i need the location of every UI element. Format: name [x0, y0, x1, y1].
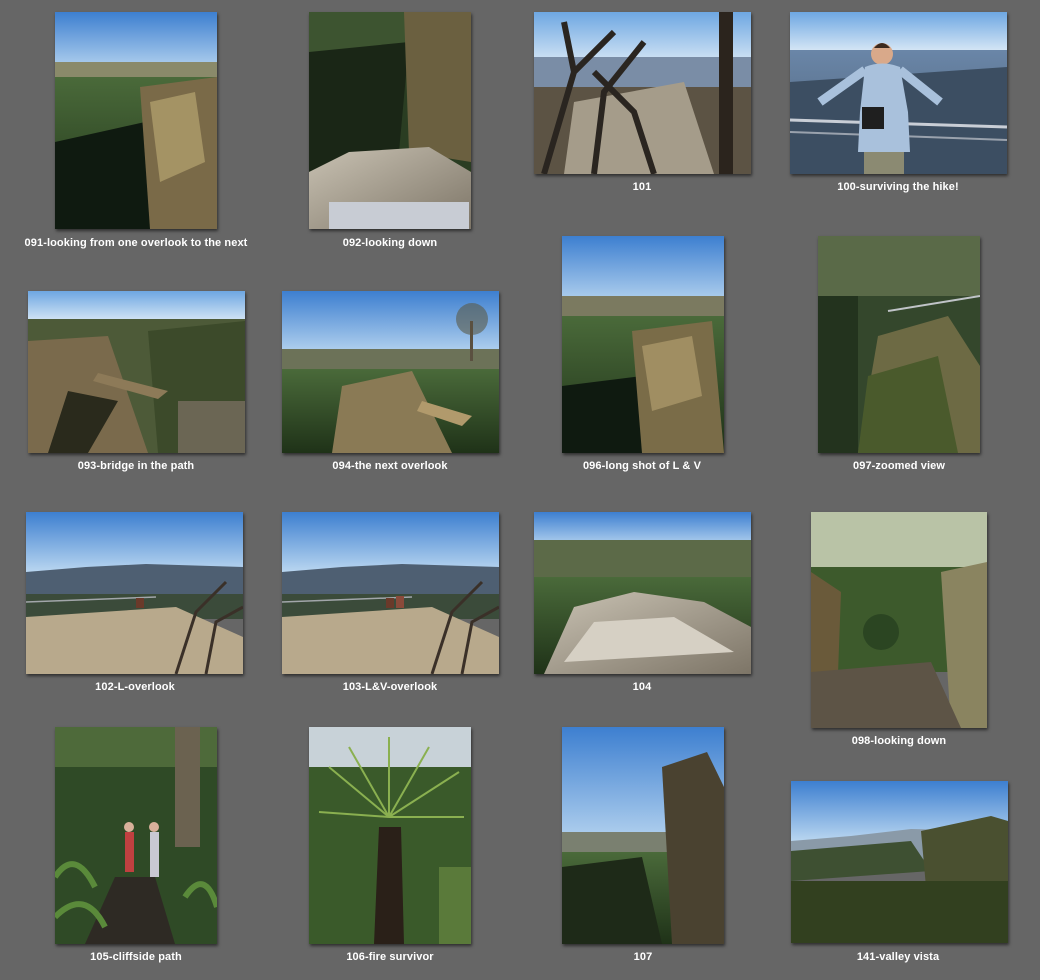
photo-caption: 094-the next overlook [332, 460, 448, 472]
photo-caption: 104 [632, 681, 652, 693]
photo-thumbnail-141[interactable] [791, 781, 1008, 943]
photo-caption: 102-L-overlook [95, 681, 175, 693]
photo-thumbnail-093[interactable] [28, 291, 245, 453]
photo-caption: 106-fire survivor [346, 951, 434, 963]
photo-caption: 141-valley vista [856, 951, 940, 963]
photo-caption: 103-L&V-overlook [342, 681, 438, 693]
photo-thumbnail-101[interactable] [534, 12, 751, 174]
photo-thumbnail-102[interactable] [26, 512, 243, 674]
photo-thumbnail-105[interactable] [55, 727, 217, 944]
photo-thumbnail-104[interactable] [534, 512, 751, 674]
photo-thumbnail-096[interactable] [562, 236, 724, 453]
photo-caption: 096-long shot of L & V [582, 460, 702, 472]
photo-thumbnail-094[interactable] [282, 291, 499, 453]
photo-thumbnail-092[interactable] [309, 12, 471, 229]
photo-thumbnail-098[interactable] [811, 512, 987, 728]
photo-thumbnail-106[interactable] [309, 727, 471, 944]
photo-thumbnail-097[interactable] [818, 236, 980, 453]
photo-thumbnail-103[interactable] [282, 512, 499, 674]
photo-caption: 100-surviving the hike! [837, 181, 959, 193]
photo-thumbnail-107[interactable] [562, 727, 724, 944]
photo-thumbnail-100[interactable] [790, 12, 1007, 174]
photo-caption: 098-looking down [851, 735, 947, 747]
photo-caption: 092-looking down [342, 237, 438, 249]
photo-thumbnail-091[interactable] [55, 12, 217, 229]
photo-caption: 091-looking from one overlook to the nex… [24, 237, 248, 249]
photo-caption: 101 [632, 181, 652, 193]
photo-caption: 107 [633, 951, 653, 963]
photo-caption: 093-bridge in the path [77, 460, 195, 472]
photo-caption: 097-zoomed view [853, 460, 945, 472]
photo-caption: 105-cliffside path [90, 951, 182, 963]
